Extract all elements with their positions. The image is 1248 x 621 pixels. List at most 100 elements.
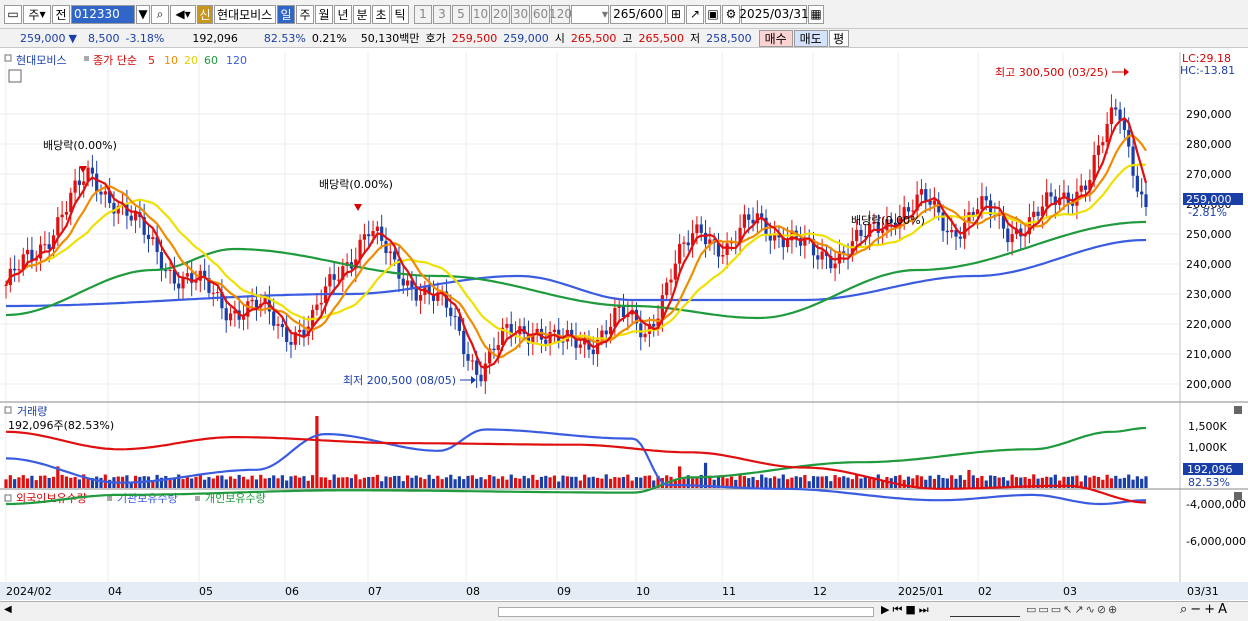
playback-controls-icon[interactable]: ▶⏮■⏭ [881, 603, 932, 617]
price-badge-value: 259,000 [1186, 193, 1232, 206]
y-tick-label: 240,000 [1186, 258, 1232, 271]
volume-bar [604, 474, 608, 488]
window-menu-icon[interactable]: ▭ [4, 4, 22, 24]
candle-body [604, 330, 608, 335]
candle-body [185, 273, 189, 277]
period-tab-3[interactable]: 년 [334, 4, 352, 24]
legend-ma120: 120 [226, 54, 247, 67]
volume-bar [362, 477, 367, 488]
volume-bar [310, 475, 315, 488]
volume-bar [453, 479, 457, 488]
search-icon[interactable]: ⌕ [151, 4, 169, 24]
dividend-label-3: 배당락(0.00%) [851, 214, 925, 227]
volume-bar [621, 477, 626, 488]
candle-body [393, 251, 397, 260]
bottom-scrollbar[interactable]: ◀ ▶⏮■⏭ ▭▭▭↖↗∿⊘⊕ ⌕−+A [0, 601, 1248, 621]
volume-bar [414, 475, 418, 488]
zoom-slider[interactable] [950, 603, 1020, 617]
zoom-controls-icon[interactable]: ⌕−+A [1180, 602, 1230, 617]
interval-tab-3[interactable]: 3 [433, 4, 451, 24]
line-tool-icon[interactable]: ↗ [686, 4, 704, 24]
volume-bar [38, 475, 43, 488]
count-input[interactable]: 265/600 [610, 4, 666, 24]
volume-bar [99, 477, 103, 488]
candle-body [25, 249, 30, 255]
stock-chart[interactable]: 2024/02 04 05 06 07 08 09 10 11 12 2025/01 02 03 03/3… [0, 50, 1248, 602]
volume-bar [349, 478, 354, 488]
interval-tab-1[interactable]: 1 [414, 4, 432, 24]
scroll-thumb[interactable] [498, 607, 874, 617]
candle-body [388, 251, 392, 254]
interval-tab-30[interactable]: 30 [511, 4, 530, 24]
stock-name[interactable]: 현대모비스 [214, 4, 276, 24]
sell-button[interactable]: 매도 [793, 29, 828, 47]
volume-bar [950, 475, 954, 488]
volume-bar [617, 477, 621, 488]
high-value: 265,500 [638, 31, 685, 45]
period-tab-6[interactable]: 틱 [391, 4, 409, 24]
volume-bar [574, 476, 578, 488]
interval-tab-120[interactable]: 120 [549, 4, 572, 24]
volume-bar [228, 476, 233, 488]
interval-tab-60[interactable]: 60 [531, 4, 550, 24]
price-badge-pct: -2.81% [1188, 206, 1227, 219]
period-tab-1[interactable]: 주 [296, 4, 314, 24]
candle-body [298, 329, 302, 333]
speaker-icon[interactable]: ◀▾ [170, 4, 196, 24]
x-tick-label: 11 [722, 585, 736, 598]
low-value: 258,500 [706, 31, 752, 45]
volume-bar [535, 479, 539, 488]
chart-type-icon[interactable]: ⊞ [667, 4, 685, 24]
interval-tab-5[interactable]: 5 [452, 4, 470, 24]
interval-tab-10[interactable]: 10 [471, 4, 490, 24]
data-table-icon[interactable] [8, 69, 22, 83]
period-tab-0[interactable]: 일 [277, 4, 295, 24]
volume-bar [285, 480, 289, 488]
drawing-tools-icon[interactable]: ▭▭▭↖↗∿⊘⊕ [1026, 603, 1119, 616]
volume-bar [1127, 474, 1131, 488]
volume-bar [859, 478, 863, 488]
prev-button[interactable]: 전 [52, 4, 70, 24]
down-arrow-icon: ▼ [68, 31, 77, 45]
interval-tab-20[interactable]: 20 [491, 4, 510, 24]
buy-button[interactable]: 매수 [758, 29, 793, 47]
volume-bar [315, 416, 319, 488]
candle-body [1118, 109, 1122, 121]
candle-body [418, 294, 423, 301]
candle-body [984, 196, 988, 201]
volume-bar [591, 476, 595, 488]
period-tab-4[interactable]: 분 [353, 4, 371, 24]
eval-button[interactable]: 평 [828, 29, 849, 47]
volume-bar [43, 475, 47, 488]
code-dropdown-icon[interactable]: ▼ [136, 4, 150, 24]
volume-bar [807, 481, 811, 488]
scroll-left-icon[interactable]: ◀ [4, 604, 12, 615]
volume-bar [306, 480, 310, 488]
volume-bar [971, 475, 975, 488]
save-icon[interactable]: ▣ [705, 4, 721, 24]
candle-body [721, 255, 725, 257]
period-tab-5[interactable]: 초 [372, 4, 390, 24]
interval-custom-input[interactable]: ▼ [571, 4, 609, 24]
volume-bar [773, 476, 777, 488]
volume-bar [203, 479, 207, 488]
calendar-icon[interactable]: ▦ [808, 4, 824, 24]
candle-body [1105, 124, 1109, 143]
period-tab-2[interactable]: 월 [315, 4, 333, 24]
investor-bullet-2-icon [195, 496, 200, 501]
volume-bar [371, 476, 375, 488]
settings-gear-icon[interactable]: ⚙ [722, 4, 740, 24]
market-select[interactable]: 주 ▼ [23, 4, 51, 24]
date-input[interactable]: 2025/03/31 [739, 4, 809, 24]
turnover-pct: 0.21% [311, 31, 347, 45]
code-input[interactable]: 012330 [71, 4, 135, 24]
volume-bar [924, 479, 928, 488]
volume-bar [220, 475, 224, 488]
volume-bar [544, 475, 548, 488]
candle-body [652, 323, 656, 327]
volume-panel-close-icon[interactable] [1234, 406, 1242, 414]
volume-bar [1118, 478, 1122, 488]
volume-bar [975, 477, 980, 488]
volume-bar [345, 477, 349, 488]
candle-body [1144, 194, 1148, 207]
